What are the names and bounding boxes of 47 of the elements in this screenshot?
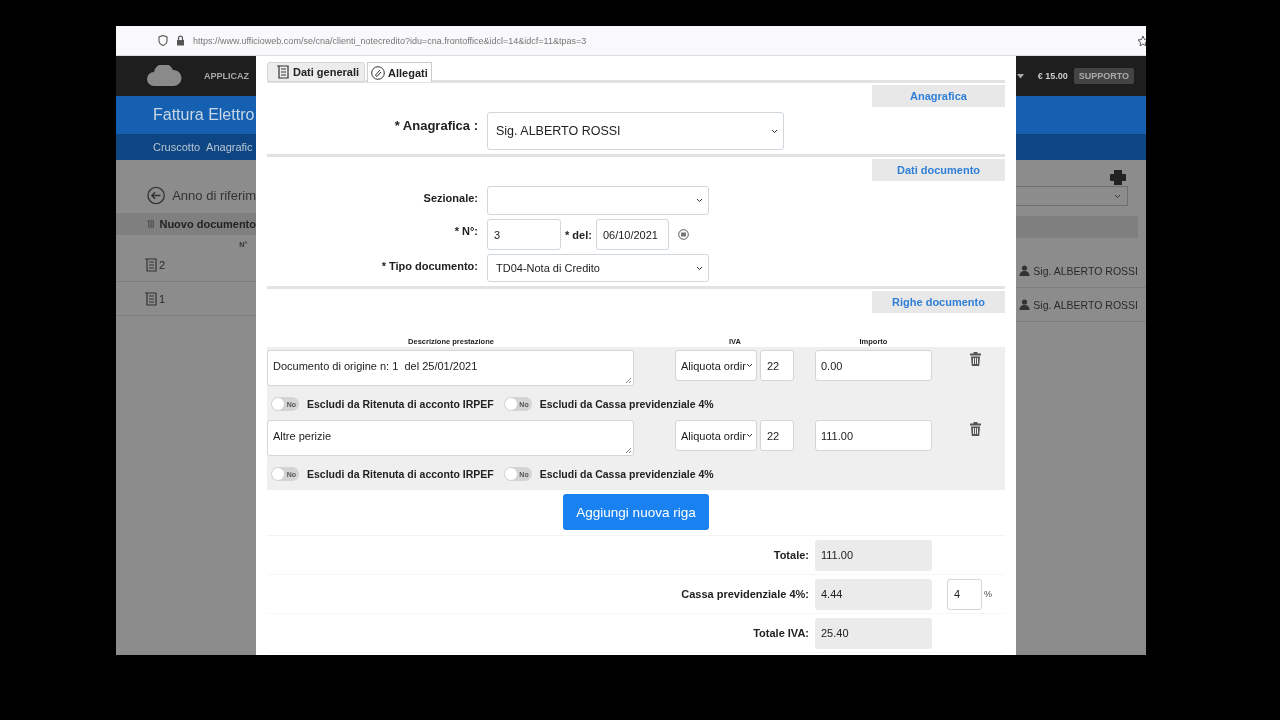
toggle-label: Escludi da Cassa previdenziale 4% xyxy=(539,398,714,410)
vat-dropdown[interactable]: Aliquota ordir xyxy=(675,350,757,381)
support-button[interactable]: SUPPORTO xyxy=(1073,68,1134,84)
total-label: Cassa previdenziale 4%: xyxy=(680,588,809,600)
nav-link[interactable]: Cruscotto xyxy=(153,141,201,153)
field-label: Sezionale: xyxy=(422,191,478,204)
toggle-label: Escludi da Cassa previdenziale 4% xyxy=(539,468,714,480)
total-label: Totale IVA: xyxy=(752,627,809,639)
year-label: Anno di riferim xyxy=(172,188,256,203)
vat-rate-field[interactable]: 22 xyxy=(760,350,794,381)
page-title: Fattura Elettro xyxy=(153,106,255,124)
client-name: Sig. ALBERTO ROSSI xyxy=(1033,298,1138,311)
total-field: 111.00 xyxy=(815,539,932,571)
description-field[interactable]: Altre perizie xyxy=(267,420,634,456)
client-name: Sig. ALBERTO ROSSI xyxy=(1033,264,1138,277)
document-number[interactable]: 2 xyxy=(159,258,166,271)
vat-dropdown[interactable]: Aliquota ordir xyxy=(675,420,757,451)
section-heading: Anagrafica xyxy=(872,85,1005,107)
vat-rate-field[interactable]: 22 xyxy=(760,420,794,451)
total-field: 4.44 xyxy=(815,578,932,610)
section-heading: Dati documento xyxy=(872,159,1005,181)
new-document-button[interactable]: Nuovo documento xyxy=(116,213,256,235)
field-label: * del: xyxy=(565,228,592,241)
tab[interactable]: Dati generali xyxy=(267,62,366,82)
amount-field[interactable]: 0.00 xyxy=(815,350,932,381)
menu-item[interactable]: APPLICAZ xyxy=(204,71,249,81)
field-label: * Tipo documento: xyxy=(380,259,478,272)
toggle-label: Escludi da Ritenuta di acconto IRPEF xyxy=(307,468,494,480)
number-field[interactable]: 3 xyxy=(487,219,561,250)
date-field[interactable]: 06/10/2021 xyxy=(595,219,669,250)
document-type-dropdown[interactable]: TD04-Nota di Credito xyxy=(487,254,709,282)
toggle-label: Escludi da Ritenuta di acconto IRPEF xyxy=(307,398,494,410)
add-row-button[interactable]: Aggiungi nuova riga xyxy=(563,494,709,530)
document-number[interactable]: 1 xyxy=(159,292,166,305)
client-dropdown[interactable]: Sig. ALBERTO ROSSI xyxy=(487,112,784,150)
field-label: * Anagrafica : xyxy=(393,117,478,133)
nav-link[interactable]: Anagrafic xyxy=(206,141,253,153)
percent-unit: % xyxy=(984,589,992,599)
tab[interactable]: Allegati xyxy=(367,62,432,82)
total-field: 25.40 xyxy=(815,617,932,649)
credit-balance: € 15.00 xyxy=(1037,71,1068,81)
section-heading: Righe documento xyxy=(872,291,1005,313)
field-label: * N°: xyxy=(453,224,478,237)
total-label: Totale: xyxy=(772,549,809,561)
rate-field[interactable]: 4 xyxy=(947,578,982,610)
description-field[interactable]: Documento di origine n: 1 del 25/01/2021 xyxy=(267,350,634,386)
amount-field[interactable]: 111.00 xyxy=(815,420,932,451)
